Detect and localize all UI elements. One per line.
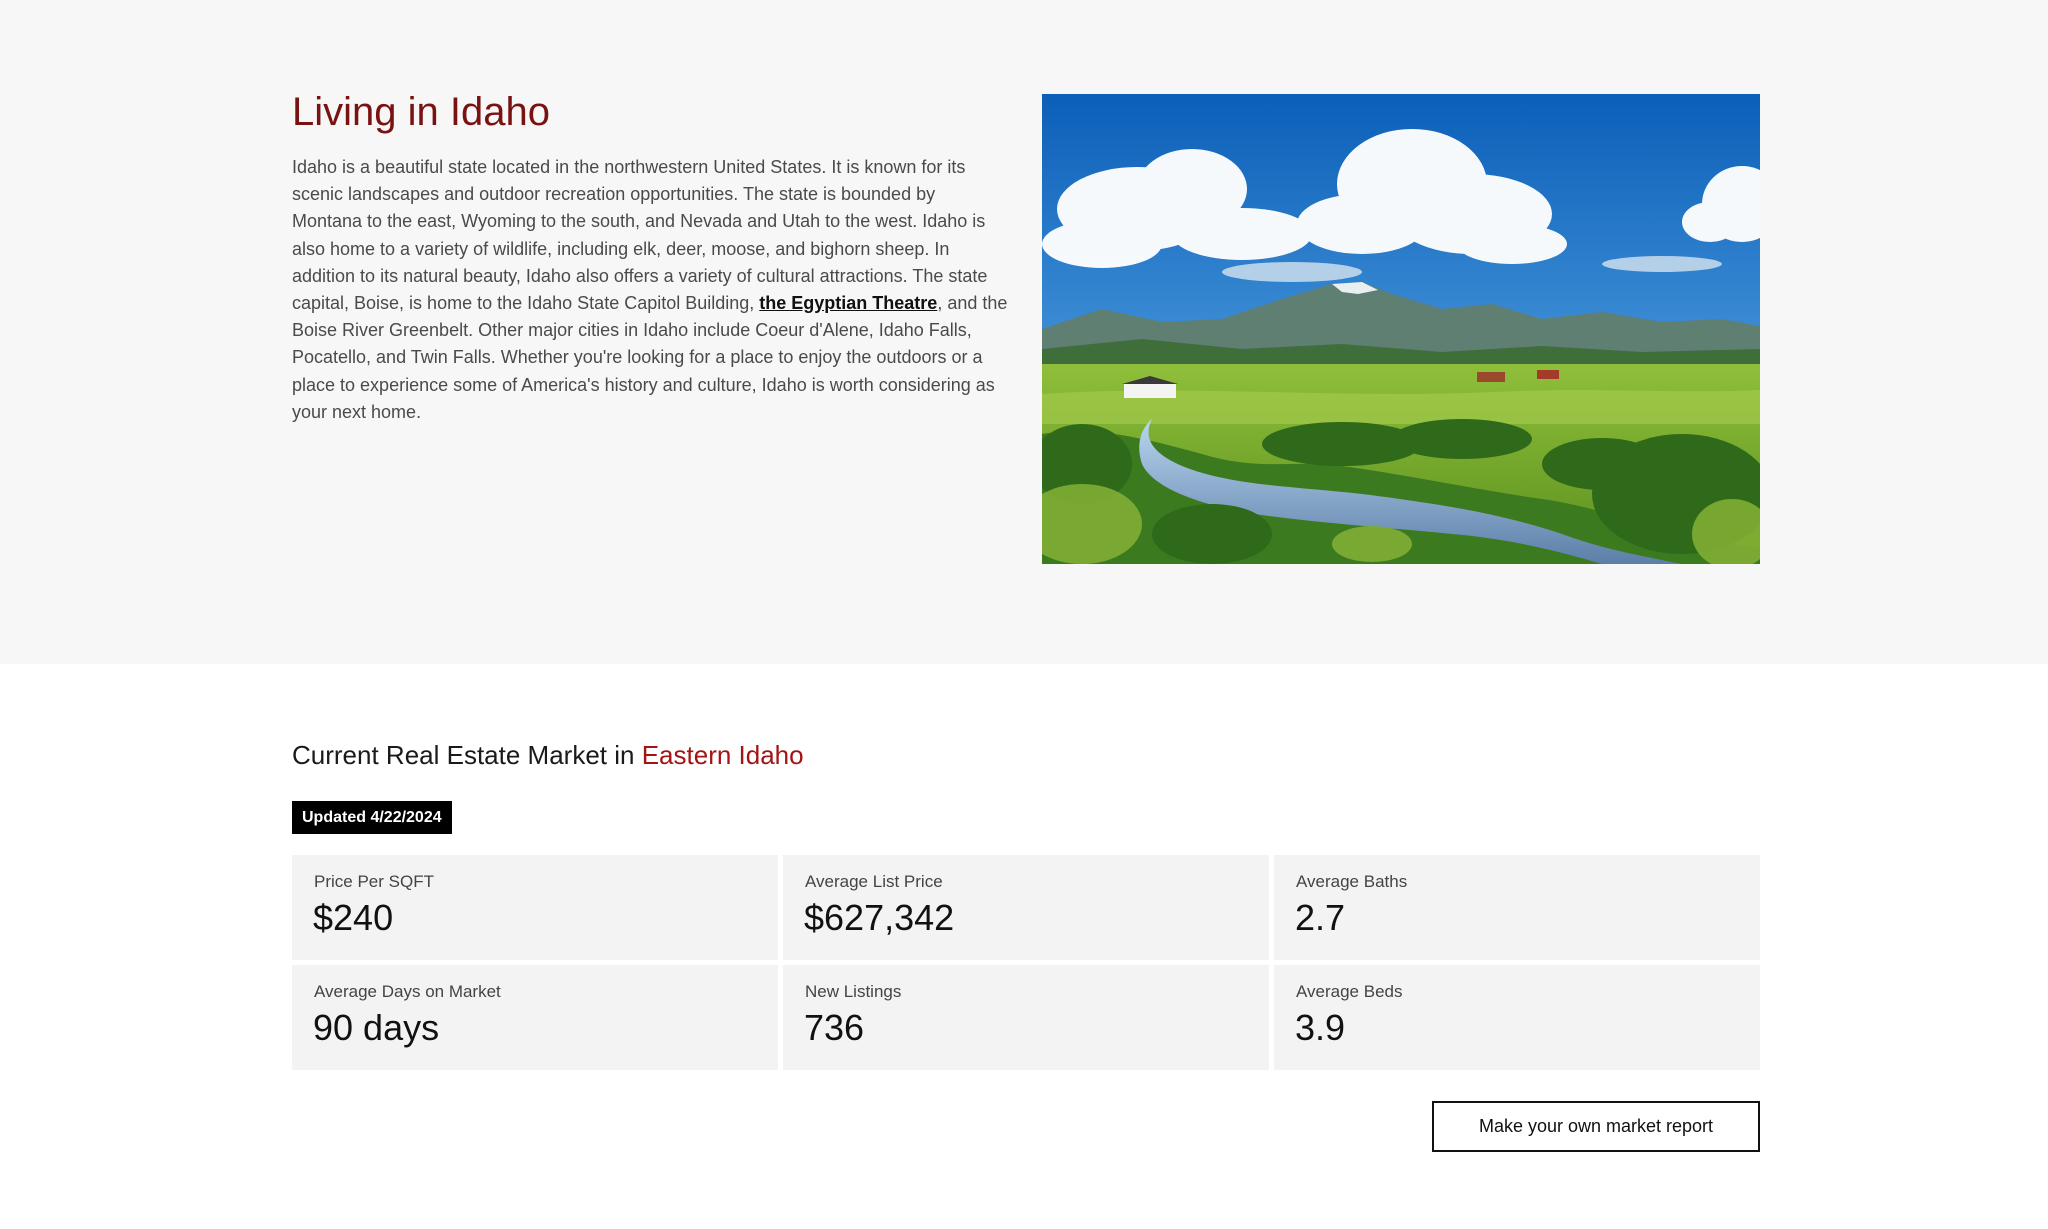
stat-value: 2.7 <box>1295 897 1346 938</box>
living-description: Idaho is a beautiful state located in th… <box>292 154 1008 426</box>
stat-price-per-sqft: Price Per SQFT $240 <box>292 855 778 960</box>
stat-label: New Listings <box>805 982 902 1001</box>
market-stats-grid: Price Per SQFT $240 Average List Price $… <box>292 855 1760 1070</box>
stat-value: $627,342 <box>804 897 955 938</box>
idaho-landscape-image <box>1042 94 1760 564</box>
stat-value: 736 <box>804 1007 865 1048</box>
stat-value: 90 days <box>313 1007 440 1048</box>
stat-new-listings: New Listings 736 <box>783 965 1269 1070</box>
description-text-start: Idaho is a beautiful state located in th… <box>292 157 988 314</box>
market-title-text: Current Real Estate Market in <box>292 740 642 770</box>
living-in-idaho-section: Living in Idaho Idaho is a beautiful sta… <box>0 0 2048 664</box>
stat-value: $240 <box>313 897 394 938</box>
market-region: Eastern Idaho <box>641 740 804 770</box>
egyptian-theatre-link[interactable]: the Egyptian Theatre <box>759 293 937 313</box>
stat-average-baths: Average Baths 2.7 <box>1274 855 1760 960</box>
market-title: Current Real Estate Market in Eastern Id… <box>292 738 804 772</box>
stat-label: Average Beds <box>1296 982 1403 1001</box>
living-title: Living in Idaho <box>292 90 550 134</box>
stat-label: Price Per SQFT <box>314 872 434 891</box>
updated-badge: Updated 4/22/2024 <box>292 801 452 834</box>
stat-label: Average Days on Market <box>314 982 501 1001</box>
make-market-report-button[interactable]: Make your own market report <box>1432 1101 1760 1152</box>
stat-label: Average List Price <box>805 872 943 891</box>
stat-average-days-on-market: Average Days on Market 90 days <box>292 965 778 1070</box>
stat-average-list-price: Average List Price $627,342 <box>783 855 1269 960</box>
stat-label: Average Baths <box>1296 872 1408 891</box>
stat-average-beds: Average Beds 3.9 <box>1274 965 1760 1070</box>
stat-value: 3.9 <box>1295 1007 1346 1048</box>
